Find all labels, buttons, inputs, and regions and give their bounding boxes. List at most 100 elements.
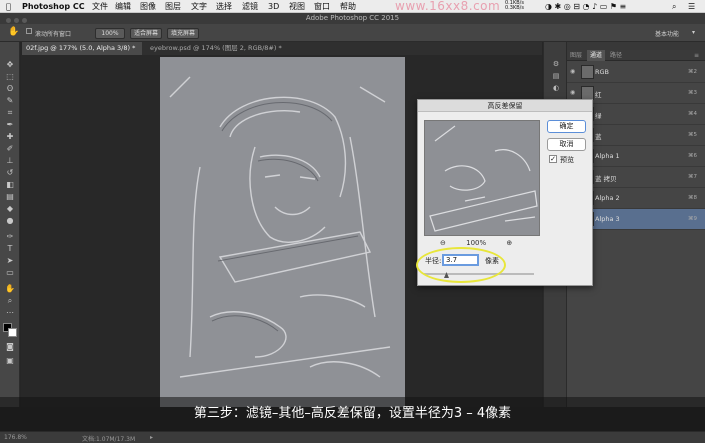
notification-icon[interactable]: ☰ — [688, 1, 695, 12]
preview-checkbox[interactable]: ✓ — [549, 155, 557, 163]
tab-channels[interactable]: 通道 — [587, 50, 606, 61]
tab-02f-jpg[interactable]: 02f.jpg @ 177% (5.0, Alpha 3/8) * — [22, 42, 142, 55]
channel-shortcut: ⌘9 — [688, 216, 697, 222]
channel-name: Alpha 2 — [595, 194, 620, 202]
quick-select-icon[interactable]: ✎ — [4, 96, 16, 106]
window-title-bar: Adobe Photoshop CC 2015 — [0, 13, 705, 24]
channel-name: Alpha 3 — [595, 215, 620, 223]
blur-tool-icon[interactable]: ◆ — [4, 204, 16, 214]
zoom-tool-icon[interactable]: ⌕ — [4, 296, 16, 306]
cancel-button[interactable]: 取消 — [547, 138, 586, 151]
workspace-switcher[interactable]: 基本功能 — [655, 29, 679, 38]
tab-paths[interactable]: 路径 — [607, 50, 625, 61]
healing-brush-icon[interactable]: ✚ — [4, 132, 16, 142]
crop-tool-icon[interactable]: ⌗ — [4, 108, 16, 118]
apple-icon[interactable]:  — [6, 1, 11, 12]
hand-tool-icon[interactable]: ✋ — [8, 27, 19, 37]
background-color-swatch[interactable] — [8, 328, 17, 337]
menu-edit[interactable]: 编辑 — [115, 1, 131, 12]
channel-name: 绿 — [595, 112, 602, 120]
move-tool-icon[interactable]: ✥ — [4, 60, 16, 70]
app-menu[interactable]: Photoshop CC — [22, 1, 85, 12]
status-bar: 176.8% 文档:1.07M/17.3M ▸ — [0, 431, 705, 443]
pen-tool-icon[interactable]: ✑ — [4, 232, 16, 242]
channel-name: 红 — [595, 91, 602, 99]
menu-3d[interactable]: 3D — [268, 1, 279, 12]
tutorial-caption: 第三步：滤镜–其他–高反差保留，设置半径为3 – 4像素 — [0, 397, 705, 431]
menu-file[interactable]: 文件 — [92, 1, 108, 12]
menu-bar:  Photoshop CC 文件 编辑 图像 图层 文字 选择 滤镜 3D 视… — [0, 0, 705, 13]
preview-image — [429, 125, 538, 232]
fill-screen-button[interactable]: 填充屏幕 — [167, 28, 199, 39]
net-down-readout: 0.3KB/s — [505, 5, 524, 11]
high-pass-image — [169, 76, 391, 378]
eraser-tool-icon[interactable]: ◧ — [4, 180, 16, 190]
menu-window[interactable]: 窗口 — [314, 1, 330, 12]
search-icon[interactable]: ⌕ — [672, 1, 676, 12]
channel-name: RGB — [595, 68, 610, 76]
visibility-eye-icon[interactable]: ◉ — [570, 68, 575, 75]
chevron-down-icon[interactable]: ▾ — [692, 29, 695, 36]
options-bar: ✋ 滚动所有窗口 100% 适合屏幕 填充屏幕 基本功能 ▾ — [0, 24, 705, 42]
channel-shortcut: ⌘5 — [688, 132, 697, 138]
highlight-annotation — [416, 247, 506, 283]
channel-shortcut: ⌘7 — [688, 174, 697, 180]
lasso-tool-icon[interactable]: ʘ — [4, 84, 16, 94]
ok-button[interactable]: 确定 — [547, 120, 586, 133]
document-tabs: 02f.jpg @ 177% (5.0, Alpha 3/8) * eyebro… — [22, 42, 542, 55]
watermark: www.16xx8.com — [395, 0, 501, 13]
eyedropper-icon[interactable]: ✒ — [4, 120, 16, 130]
type-tool-icon[interactable]: T — [4, 244, 16, 254]
menu-view[interactable]: 视图 — [289, 1, 305, 12]
properties-icon[interactable]: ▤ — [550, 72, 562, 81]
screen-mode-icon[interactable]: ▣ — [4, 356, 16, 366]
menu-help[interactable]: 帮助 — [340, 1, 356, 12]
history-icon[interactable]: ⚙ — [550, 60, 562, 69]
panel-tabs: 图层 通道 路径 ≡ — [567, 50, 705, 61]
visibility-eye-icon[interactable]: ◉ — [570, 89, 575, 96]
quick-mask-icon[interactable]: ◙ — [4, 342, 16, 352]
dodge-tool-icon[interactable]: ● — [4, 216, 16, 226]
menu-select[interactable]: 选择 — [216, 1, 232, 12]
menu-image[interactable]: 图像 — [140, 1, 156, 12]
marquee-tool-icon[interactable]: ⬚ — [4, 72, 16, 82]
menu-filter[interactable]: 滤镜 — [242, 1, 258, 12]
tab-eyebrow-psd[interactable]: eyebrow.psd @ 174% (图层 2, RGB/8#) * — [146, 42, 306, 55]
tools-panel: ✥ ⬚ ʘ ✎ ⌗ ✒ ✚ ✐ ⊥ ↺ ◧ ▤ ◆ ● ✑ T ➤ ▭ ✋ ⌕ … — [0, 42, 20, 407]
channel-thumbnail — [581, 86, 594, 100]
fit-screen-button[interactable]: 适合屏幕 — [130, 28, 162, 39]
channel-name: 蓝 拷贝 — [595, 175, 617, 183]
brush-tool-icon[interactable]: ✐ — [4, 144, 16, 154]
channel-shortcut: ⌘4 — [688, 111, 697, 117]
status-menu-icon[interactable]: ▸ — [150, 434, 153, 441]
zoom-100-button[interactable]: 100% — [95, 28, 125, 39]
path-select-icon[interactable]: ➤ — [4, 256, 16, 266]
tab-layers[interactable]: 图层 — [567, 50, 585, 61]
gradient-tool-icon[interactable]: ▤ — [4, 192, 16, 202]
history-brush-icon[interactable]: ↺ — [4, 168, 16, 178]
zoom-readout[interactable]: 176.8% — [4, 434, 27, 441]
status-icons[interactable]: ◑ ✱ ◎ ⊟ ◔ ♪ ▭ ⚑ ≡ — [545, 1, 626, 12]
menu-layer[interactable]: 图层 — [165, 1, 181, 12]
window-title: Adobe Photoshop CC 2015 — [305, 14, 400, 22]
channel-shortcut: ⌘2 — [688, 69, 697, 75]
panel-header — [567, 42, 705, 50]
zoom-in-icon[interactable]: ⊕ — [506, 239, 512, 247]
channel-name: 蓝 — [595, 133, 602, 141]
adjust-icon[interactable]: ◐ — [550, 84, 562, 93]
hand-tool-icon[interactable]: ✋ — [4, 284, 16, 294]
rectangle-tool-icon[interactable]: ▭ — [4, 268, 16, 278]
channel-shortcut: ⌘8 — [688, 195, 697, 201]
filter-preview[interactable] — [424, 120, 540, 236]
stamp-tool-icon[interactable]: ⊥ — [4, 156, 16, 166]
scroll-all-checkbox[interactable] — [26, 28, 32, 34]
scroll-all-label: 滚动所有窗口 — [35, 31, 72, 38]
channel-row[interactable]: ◉ RGB ⌘2 — [567, 62, 705, 83]
zoom-controls: ⊖ 100% ⊕ — [440, 239, 512, 247]
panel-menu-icon[interactable]: ≡ — [691, 50, 702, 61]
document-canvas[interactable] — [160, 57, 405, 407]
menu-type[interactable]: 文字 — [191, 1, 207, 12]
more-tools-icon[interactable]: ⋯ — [4, 308, 16, 318]
zoom-value: 100% — [466, 239, 487, 247]
zoom-out-icon[interactable]: ⊖ — [440, 239, 446, 247]
